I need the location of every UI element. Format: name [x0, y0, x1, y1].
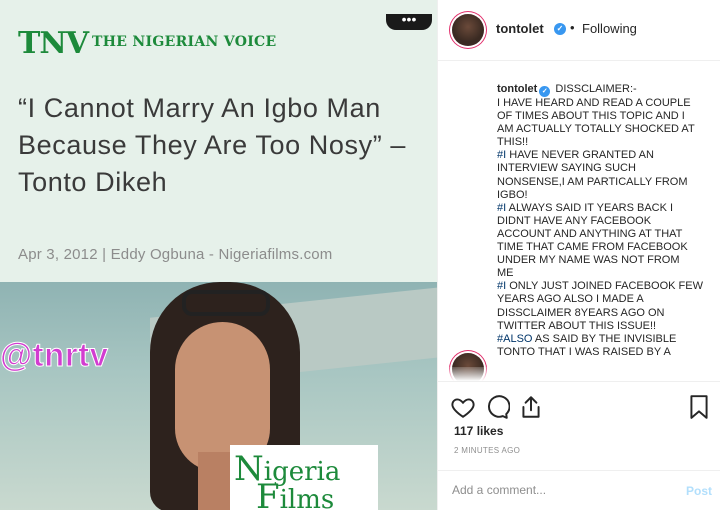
caption-line-rest: ONLY JUST JOINED FACEBOOK FEW [506, 280, 704, 293]
caption-line: AM ACTUALLY TOTALLY SHOCKED AT [497, 123, 695, 136]
caption-line-rest: AS SAID BY THE INVISIBLE [532, 332, 677, 345]
header-separator: • [570, 20, 575, 35]
caption-line: #I HAVE NEVER GRANTED AN [497, 149, 717, 162]
caption-line: TWITTER ABOUT THIS ISSUE!! [497, 319, 657, 332]
nigeria-films-logo: Nigeria Films [230, 445, 378, 510]
more-options-button[interactable]: ••• [386, 12, 432, 30]
username-link[interactable]: tontolet [496, 21, 544, 36]
hashtag-link[interactable]: #I [497, 149, 506, 161]
hashtag-link[interactable]: #ALSO [497, 333, 532, 345]
post-header: tontolet ✓ • Following [438, 0, 720, 61]
caption-line: UNDER MY NAME WAS NOT FROM [497, 254, 680, 267]
caption-line: TIME THAT CAME FROM FACEBOOK [497, 241, 688, 254]
caption-line: DISSCLAIMER 8YEARS AGO ON [497, 306, 665, 319]
nf-logo-line2: Films [256, 477, 335, 510]
caption-line: NONSENSE,I AM PARTICALLY FROM [497, 175, 688, 188]
following-button[interactable]: Following [582, 21, 637, 36]
instagram-post-modal: TNV THE NIGERIAN VOICE ••• “I Cannot Mar… [0, 0, 720, 510]
article-byline: Apr 3, 2012 | Eddy Ogbuna - Nigeriafilms… [18, 246, 333, 263]
caption-line: #I ONLY JUST JOINED FACEBOOK FEW [497, 280, 717, 293]
caption-line: IGBO! [497, 188, 528, 201]
hashtag-link[interactable]: #I [497, 202, 506, 214]
caption-line: INTERVIEW SAYING SUCH [497, 162, 636, 175]
post-timestamp[interactable]: 2 MINUTES AGO [454, 446, 520, 455]
post-image[interactable]: TNV THE NIGERIAN VOICE ••• “I Cannot Mar… [0, 0, 437, 510]
watermark-handle: @tnrtv [0, 336, 109, 374]
avatar[interactable] [452, 14, 484, 46]
tnv-tagline: THE NIGERIAN VOICE [92, 34, 277, 50]
caption-line: THIS!! [497, 136, 529, 149]
comment-input[interactable] [452, 483, 662, 497]
comment-icon[interactable] [484, 394, 510, 420]
post-comment-button[interactable]: Post [686, 484, 712, 498]
caption-line: #I ALWAYS SAID IT YEARS BACK I [497, 202, 717, 215]
caption-line-rest: ALWAYS SAID IT YEARS BACK I [506, 201, 674, 214]
caption-line: DIDNT HAVE ANY FACEBOOK [497, 214, 652, 227]
hashtag-link[interactable]: #I [497, 280, 506, 292]
caption-scroll-fade [438, 367, 720, 381]
photo-sunglasses [182, 290, 270, 316]
tnv-logo: TNV [18, 26, 89, 61]
caption-line: ACCOUNT AND ANYTHING AT THAT [497, 227, 683, 240]
news-masthead: TNV THE NIGERIAN VOICE ••• [14, 12, 432, 62]
caption-line-rest: HAVE NEVER GRANTED AN [506, 149, 654, 162]
caption-line: OF TIMES ABOUT THIS TOPIC AND I [497, 110, 685, 123]
heart-icon[interactable] [450, 394, 476, 420]
caption-text: tontolet ✓ DISSCLAIMER:- I HAVE HEARD AND… [497, 83, 717, 359]
bookmark-icon[interactable] [686, 394, 712, 420]
verified-icon: ✓ [539, 86, 551, 97]
likes-count[interactable]: 117 likes [454, 424, 503, 438]
post-side-panel: tontolet ✓ • Following tontolet ✓ DISSCLA… [437, 0, 720, 510]
caption-line: tontolet ✓ DISSCLAIMER:- [497, 83, 637, 97]
caption-line: ME [497, 267, 514, 280]
comment-bar: Post [438, 470, 720, 511]
caption-line: I HAVE HEARD AND READ A COUPLE [497, 97, 691, 109]
caption-username[interactable]: tontolet [497, 83, 537, 95]
caption-line: TONTO THAT I WAS RAISED BY A [497, 345, 671, 358]
article-headline: “I Cannot Marry An Igbo Man Because They… [18, 93, 407, 197]
caption-line: YEARS AGO ALSO I MADE A [497, 293, 644, 306]
share-icon[interactable] [518, 394, 544, 420]
caption-line: #ALSO AS SAID BY THE INVISIBLE [497, 333, 717, 346]
verified-icon: ✓ [554, 23, 566, 35]
caption-area: tontolet ✓ DISSCLAIMER:- I HAVE HEARD AND… [438, 61, 720, 381]
